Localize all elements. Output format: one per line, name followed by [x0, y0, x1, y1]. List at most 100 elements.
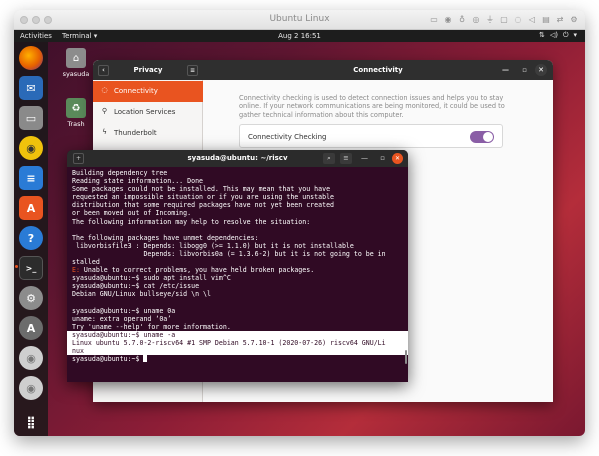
- terminal-line: stalled: [72, 258, 404, 266]
- sidebar-item-connectivity[interactable]: ◌ Connectivity: [93, 81, 203, 102]
- folder-icon[interactable]: ▢: [499, 14, 509, 25]
- volume-icon: ◁): [549, 31, 558, 39]
- connectivity-checking-row[interactable]: Connectivity Checking: [239, 124, 503, 148]
- disc-icon[interactable]: ◌: [513, 14, 523, 25]
- terminal-line: Debian GNU/Linux bullseye/sid \n \l: [72, 290, 404, 298]
- home-folder-icon: ⌂: [66, 48, 86, 68]
- terminal-line-text: syasuda@ubuntu:~$ uname 0a: [72, 306, 176, 315]
- terminal-line: Depends: libvorbis0a (= 1.3.6-2) but it …: [72, 250, 404, 258]
- power-icon: ⏻: [562, 31, 569, 39]
- terminal-line: syasuda@ubuntu:~$ sudo apt install vim^C: [72, 274, 404, 282]
- terminal-line: nux: [67, 347, 408, 356]
- desktop-icon-label: syasuda: [62, 70, 90, 78]
- terminal-line-text: Linux ubuntu 5.7.0-2-riscv64 #1 SMP Debi…: [72, 338, 386, 347]
- terminal-line: The following packages have unmet depend…: [72, 234, 404, 242]
- connectivity-checking-toggle[interactable]: [470, 131, 494, 143]
- network-icon: ⇅: [538, 31, 545, 39]
- connectivity-description: Connectivity checking is used to detect …: [239, 94, 505, 119]
- terminal-line: Some packages could not be installed. Th…: [72, 185, 404, 193]
- close-icon[interactable]: ✕: [392, 153, 403, 164]
- maximize-icon[interactable]: ▫: [522, 66, 527, 74]
- mic-icon[interactable]: ♁: [457, 14, 467, 25]
- trash-icon: ♻: [66, 98, 86, 118]
- settings-icon[interactable]: ⚙: [19, 286, 43, 310]
- minimize-icon[interactable]: —: [361, 154, 368, 162]
- terminal-line-text: uname: extra operand ‘0a’: [72, 314, 172, 323]
- sidebar-item-thunderbolt[interactable]: ϟ Thunderbolt: [93, 123, 203, 144]
- terminal-line: E: Unable to correct problems, you have …: [72, 266, 315, 275]
- terminal-line-text: stalled: [72, 258, 100, 267]
- vm-toolbar: ▭ ◉ ♁ ◎ ⏚ ▢ ◌ ◁ ▤ ⇄ ⚙: [429, 14, 579, 25]
- dock: ✉ ▭ ◉ ≡ A ? >_ ⚙ A ◉ ◉ ⣿: [14, 42, 48, 436]
- hamburger-menu-icon[interactable]: ≡: [340, 153, 352, 164]
- software-icon[interactable]: A: [19, 196, 43, 220]
- thunderbolt-icon: ϟ: [102, 128, 107, 136]
- terminal-line-text: libvorbisfile3 : Depends: libogg0 (>= 1.…: [72, 241, 354, 250]
- clock[interactable]: Aug 2 16:51: [14, 32, 585, 40]
- terminal-header: + syasuda@ubuntu: ~/riscv ⌕ ≡ — ▫ ✕: [67, 150, 408, 167]
- terminal-title: syasuda@ubuntu: ~/riscv: [187, 154, 288, 162]
- terminal-window[interactable]: + syasuda@ubuntu: ~/riscv ⌕ ≡ — ▫ ✕ Buil…: [67, 150, 408, 382]
- terminal-line-text: The following information may help to re…: [72, 217, 311, 226]
- system-tray[interactable]: ⇅ ◁) ⏻ ▾: [539, 31, 577, 40]
- grid-icon[interactable]: ⣿: [19, 410, 43, 434]
- help-icon[interactable]: ?: [19, 226, 43, 250]
- monitor-icon[interactable]: ▭: [429, 14, 439, 25]
- settings-icon[interactable]: ⚙: [569, 14, 579, 25]
- camera-icon[interactable]: ◎: [471, 14, 481, 25]
- disc-icon[interactable]: ◉: [19, 346, 43, 370]
- terminal-line: uname: extra operand ‘0a’: [72, 315, 404, 323]
- terminal-icon[interactable]: >_: [19, 256, 43, 280]
- close-icon[interactable]: ✕: [535, 64, 547, 76]
- search-icon[interactable]: ⌕: [323, 153, 335, 164]
- usb-icon[interactable]: ⏚: [485, 14, 495, 25]
- maximize-icon[interactable]: ▫: [380, 154, 385, 162]
- updater-icon[interactable]: A: [19, 316, 43, 340]
- terminal-line-text: nux: [72, 347, 84, 356]
- toggle-knob: [483, 132, 493, 142]
- terminal-line-text: Try 'uname --help' for more information.: [72, 322, 231, 331]
- files-icon[interactable]: ▭: [19, 106, 43, 130]
- firefox-icon[interactable]: [19, 46, 43, 70]
- vm-titlebar: Ubuntu Linux ▭ ◉ ♁ ◎ ⏚ ▢ ◌ ◁ ▤ ⇄ ⚙: [14, 10, 585, 30]
- desktop-icon-home[interactable]: ⌂ syasuda: [58, 48, 94, 78]
- rhythmbox-icon[interactable]: ◉: [19, 136, 43, 160]
- terminal-line: The following information may help to re…: [72, 218, 404, 226]
- sidebar-item-label: Location Services: [114, 108, 176, 116]
- terminal-line: libvorbisfile3 : Depends: libogg0 (>= 1.…: [72, 242, 404, 250]
- terminal-line-text: Building dependency tree: [72, 169, 168, 177]
- terminal-output[interactable]: Building dependency tree Reading state in…: [67, 167, 408, 382]
- sidebar-item-location-services[interactable]: ⚲ Location Services: [93, 102, 203, 123]
- ubuntu-desktop: Activities Terminal ▾ Aug 2 16:51 ⇅ ◁) ⏻…: [14, 30, 585, 436]
- terminal-line: or been moved out of Incoming.: [72, 209, 404, 217]
- terminal-line-text: syasuda@ubuntu:~$ cat /etc/issue: [72, 282, 200, 291]
- terminal-scrollbar[interactable]: [405, 350, 407, 364]
- speaker-icon[interactable]: ◁: [527, 14, 537, 25]
- writer-icon[interactable]: ≡: [19, 166, 43, 190]
- top-bar: Activities Terminal ▾ Aug 2 16:51 ⇅ ◁) ⏻…: [14, 30, 585, 42]
- main-header: Connectivity — ▫ ✕: [203, 60, 553, 80]
- network-icon: ◌: [101, 86, 108, 94]
- sidebar-item-label: Thunderbolt: [114, 129, 157, 137]
- terminal-line: syasuda@ubuntu:~$ cat /etc/issue: [72, 282, 404, 290]
- desktop-icon-trash[interactable]: ♻ Trash: [58, 98, 94, 128]
- terminal-line-text: Reading state information... Done: [72, 177, 204, 186]
- record-icon[interactable]: ◉: [443, 14, 453, 25]
- minimize-icon[interactable]: —: [502, 66, 509, 74]
- terminal-line: distribution that some required packages…: [72, 201, 404, 209]
- sidebar-item-label: Connectivity: [114, 87, 158, 95]
- error-prefix: E:: [72, 266, 80, 275]
- terminal-line: requested an impossible situation or if …: [72, 193, 404, 201]
- menu-icon[interactable]: ≡: [187, 65, 198, 76]
- disc-icon[interactable]: ◉: [19, 376, 43, 400]
- terminal-line: syasuda@ubuntu:~$: [72, 355, 404, 363]
- page-title: Connectivity: [353, 66, 403, 74]
- running-indicator: [15, 265, 18, 268]
- terminal-line-text: syasuda@ubuntu:~$ sudo apt install vim^C: [72, 274, 231, 283]
- thunderbird-icon[interactable]: ✉: [19, 76, 43, 100]
- network-icon[interactable]: ⇄: [555, 14, 565, 25]
- terminal-line-text: or been moved out of Incoming.: [72, 209, 192, 218]
- printer-icon[interactable]: ▤: [541, 14, 551, 25]
- desktop-icon-label: Trash: [67, 120, 85, 128]
